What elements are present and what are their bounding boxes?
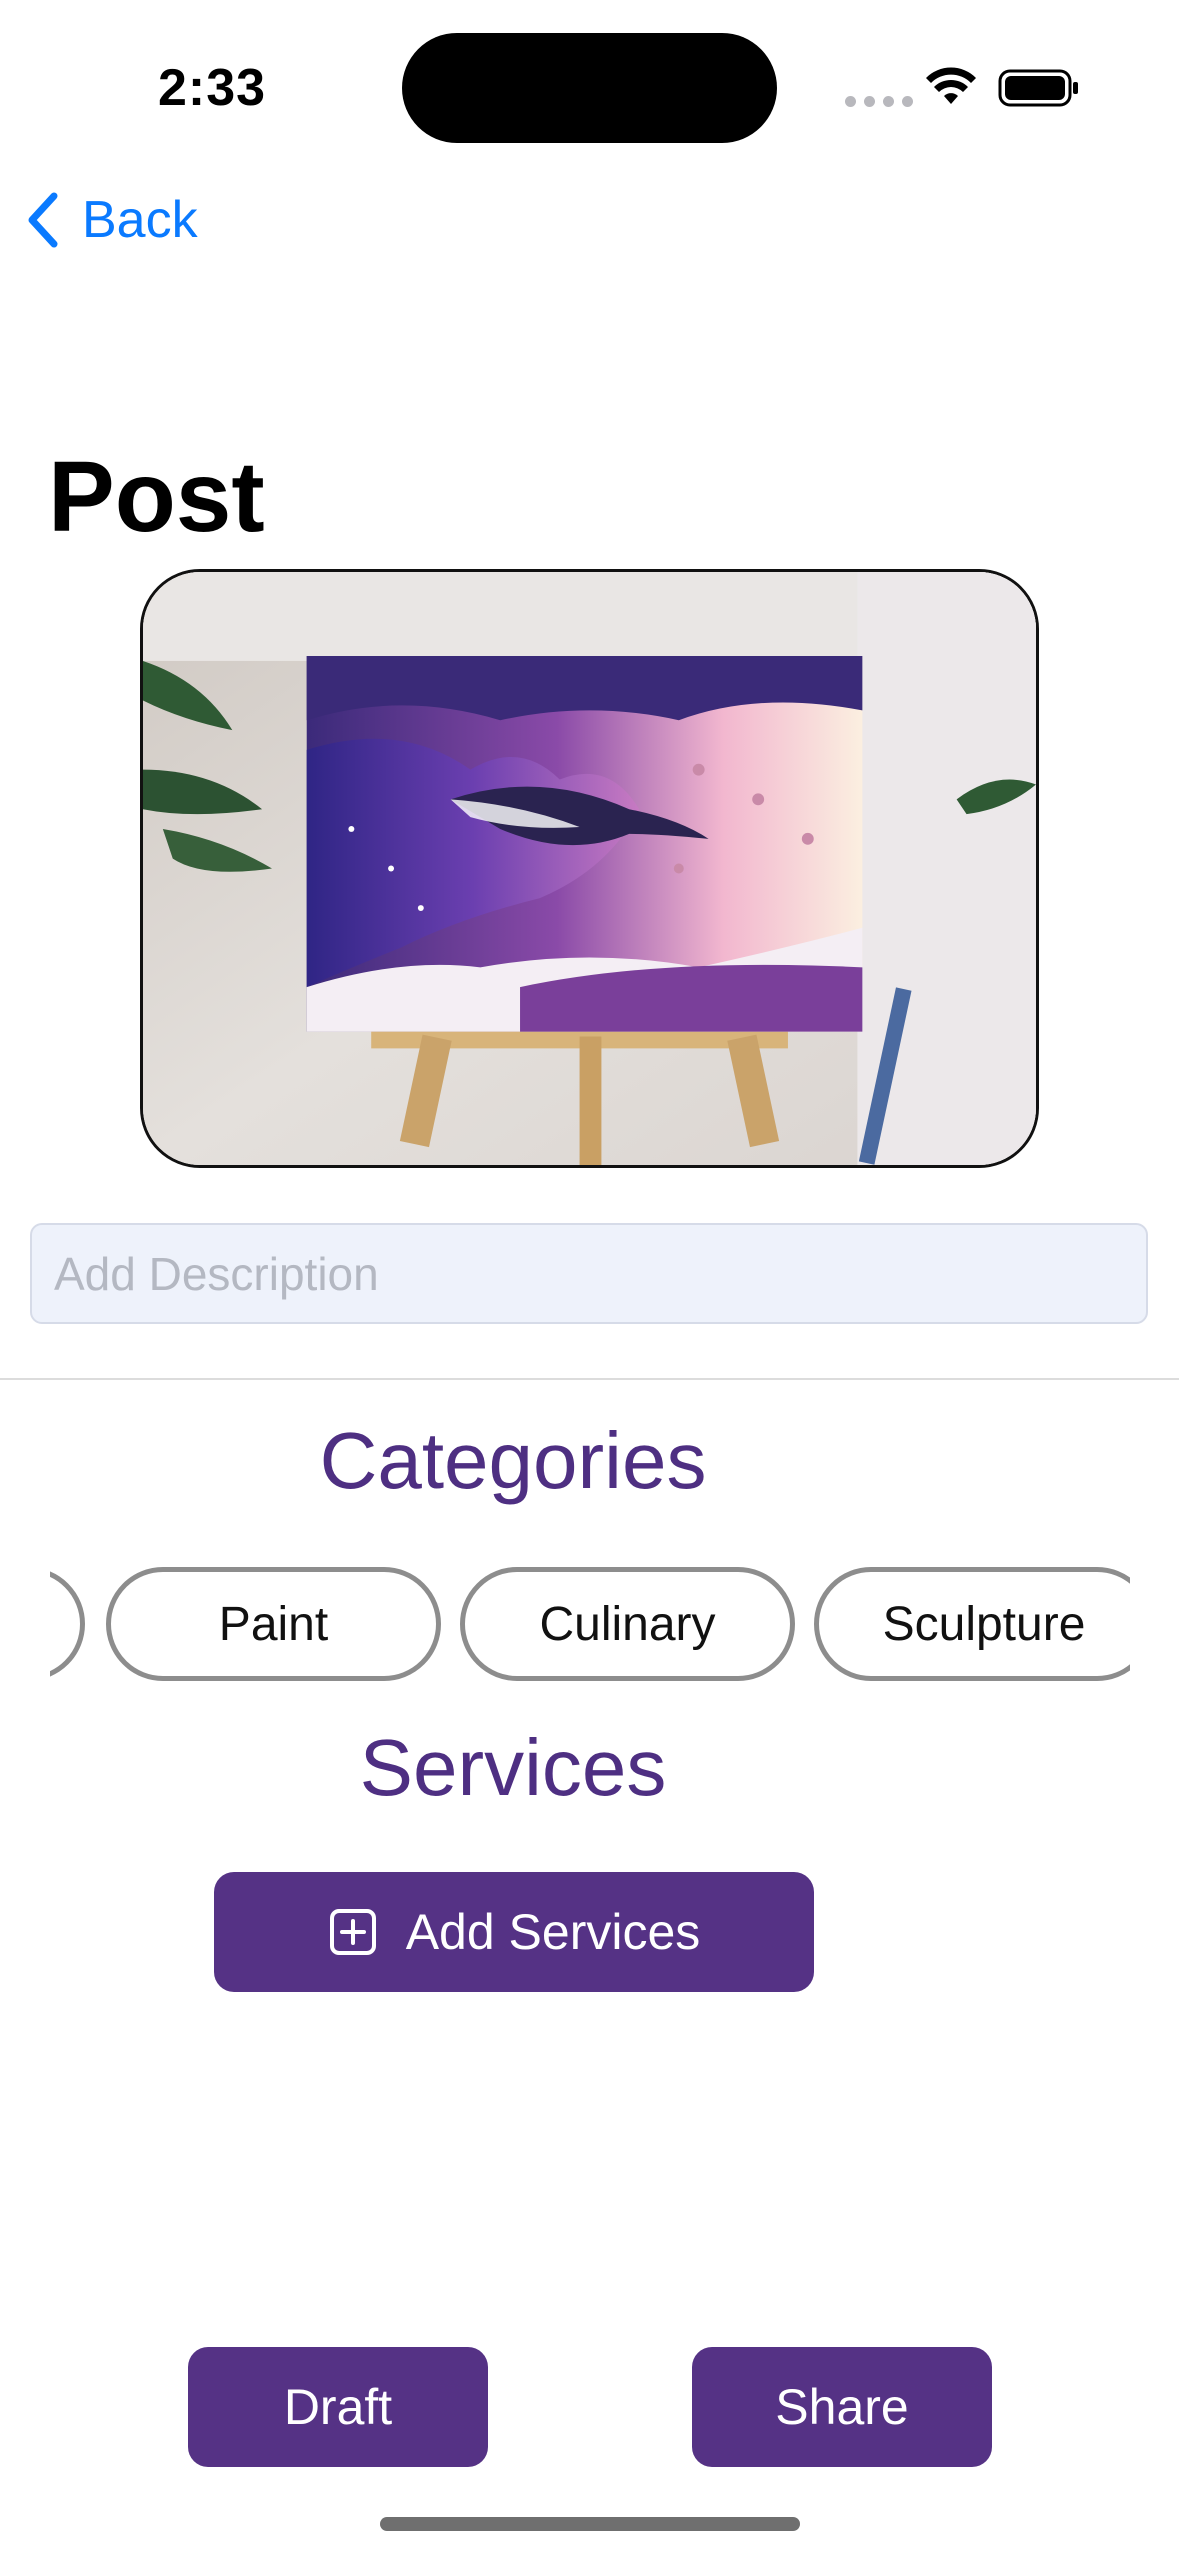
- post-screen: 2:33 Back Post Add Description Categorie…: [0, 0, 1179, 2556]
- category-chip-strip[interactable]: Paint Culinary Sculpture: [50, 1563, 1130, 1688]
- categories-heading: Categories: [319, 1416, 707, 1505]
- home-indicator[interactable]: [380, 2517, 800, 2531]
- category-chip-culinary[interactable]: Culinary: [460, 1567, 795, 1681]
- dynamic-island: [402, 33, 777, 143]
- battery-icon: [998, 69, 1078, 107]
- wifi-icon: [926, 67, 976, 104]
- status-time: 2:33: [158, 59, 267, 117]
- category-chip-paint[interactable]: Paint: [106, 1567, 441, 1681]
- page-title: Post: [48, 441, 265, 553]
- description-input[interactable]: [30, 1223, 1148, 1324]
- back-label: Back: [82, 191, 198, 249]
- share-button[interactable]: Share: [692, 2347, 992, 2467]
- plus-square-icon: [329, 1909, 376, 1955]
- back-button[interactable]: Back: [24, 190, 198, 250]
- section-divider: [0, 1378, 1179, 1380]
- signal-dots-icon: [845, 96, 913, 107]
- category-chip-sculpture[interactable]: Sculpture: [814, 1567, 1130, 1681]
- draft-button[interactable]: Draft: [188, 2347, 488, 2467]
- category-chip[interactable]: [50, 1567, 85, 1681]
- services-heading: Services: [359, 1723, 667, 1812]
- artwork-photo: [143, 572, 1036, 1165]
- chevron-left-icon: [28, 192, 58, 248]
- add-services-label: Add Services: [405, 1904, 701, 1960]
- add-services-button[interactable]: Add Services: [214, 1872, 814, 1992]
- post-image[interactable]: [140, 569, 1039, 1168]
